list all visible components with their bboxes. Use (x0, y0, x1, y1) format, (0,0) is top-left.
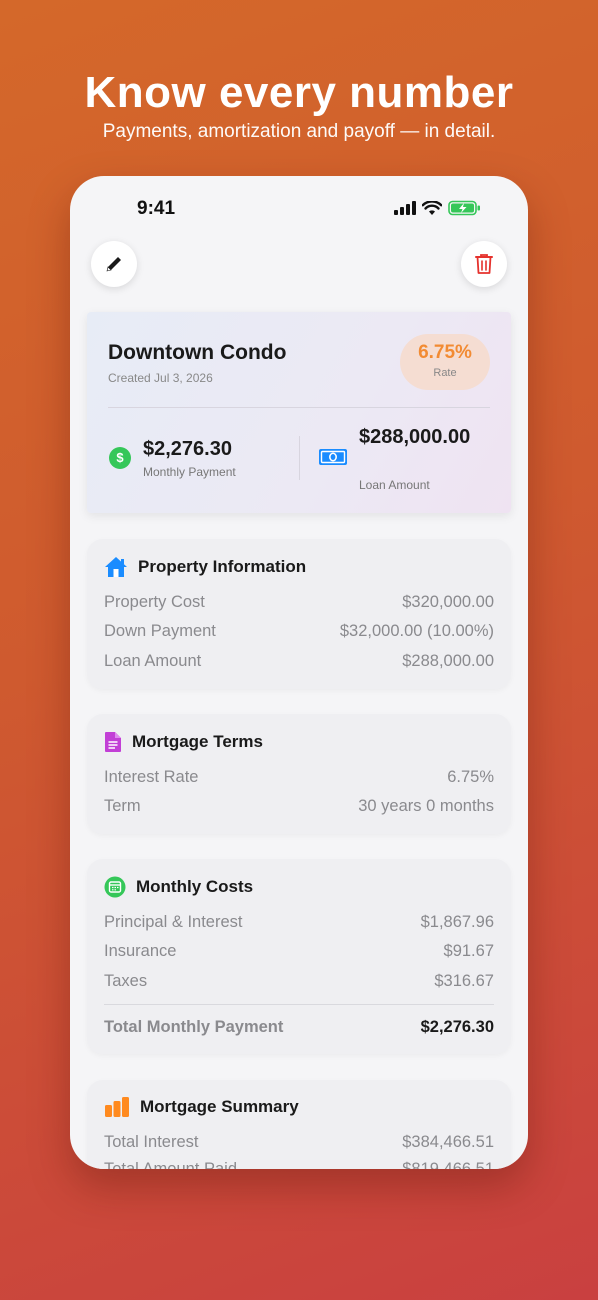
row-label: Total Interest (104, 1133, 199, 1151)
row-label: Property Cost (104, 593, 205, 611)
battery-charging-icon (448, 200, 480, 216)
row-label: Term (104, 797, 141, 815)
mortgage-summary-section: Mortgage Summary Total Interest $384,466.… (87, 1080, 511, 1169)
row-value: $288,000.00 (402, 652, 494, 670)
section-title: Mortgage Terms (132, 732, 263, 751)
monthly-costs-section: Monthly Costs Principal & Interest $1,867… (87, 859, 511, 1054)
monthly-payment-value: $2,276.30 (143, 438, 232, 460)
section-title: Monthly Costs (136, 877, 254, 896)
bar-chart-icon (105, 1097, 129, 1117)
section-title: Property Information (138, 557, 307, 576)
section-title: Mortgage Summary (140, 1097, 299, 1116)
row-label: Loan Amount (104, 652, 202, 670)
row-value: $91.67 (443, 942, 494, 960)
mortgage-name: Downtown Condo (108, 341, 287, 364)
rate-label: Rate (433, 367, 457, 379)
row-label: Taxes (104, 972, 148, 990)
dollar-circle-icon: $ (109, 447, 131, 469)
hero-subtitle: Payments, amortization and payoff — in d… (102, 121, 496, 142)
table-row: Down Payment $32,000.00 (10.00%) (104, 622, 494, 641)
delete-button[interactable] (461, 241, 507, 287)
property-information-section: Property Information Property Cost $320,0… (87, 539, 511, 689)
row-value: $384,466.51 (402, 1133, 494, 1151)
total-label: Total Monthly Payment (104, 1018, 284, 1036)
document-icon (105, 732, 121, 752)
row-label: Total Amount Paid (104, 1160, 237, 1169)
row-value: $819,466.51 (402, 1160, 494, 1169)
row-label: Insurance (104, 942, 177, 960)
status-icons (394, 200, 481, 216)
row-value: $1,867.96 (420, 913, 494, 931)
status-bar: 9:41 (70, 176, 528, 240)
table-row: Interest Rate 6.75% (104, 768, 494, 787)
phone-screen: 9:41 Downtown Condo Created Jul 3, 2026 … (70, 176, 528, 1169)
table-row: Term 30 years 0 months (104, 797, 494, 816)
total-value: $2,276.30 (420, 1018, 494, 1036)
trash-icon (475, 254, 493, 274)
mortgage-summary-card[interactable]: Downtown Condo Created Jul 3, 2026 6.75%… (87, 312, 511, 513)
divider (108, 407, 490, 408)
row-value: 6.75% (447, 768, 494, 786)
table-row: Insurance $91.67 (104, 942, 494, 961)
row-label: Interest Rate (104, 768, 199, 786)
pencil-icon (106, 257, 121, 272)
table-row: Loan Amount $288,000.00 (104, 652, 494, 671)
table-row: Total Interest $384,466.51 (104, 1133, 494, 1152)
house-icon (105, 557, 127, 577)
mortgage-terms-section: Mortgage Terms Interest Rate 6.75% Term 30… (87, 714, 511, 834)
edit-button[interactable] (91, 241, 137, 287)
row-value: 30 years 0 months (358, 797, 494, 815)
total-row: Total Monthly Payment $2,276.30 (104, 1018, 494, 1037)
table-row: Property Cost $320,000.00 (104, 593, 494, 612)
created-date: Created Jul 3, 2026 (108, 371, 213, 385)
row-label: Down Payment (104, 622, 216, 640)
loan-amount-label: Loan Amount (359, 478, 430, 492)
table-row: Principal & Interest $1,867.96 (104, 913, 494, 932)
status-time: 9:41 (137, 198, 176, 219)
table-row: Taxes $316.67 (104, 972, 494, 991)
vertical-divider (299, 436, 300, 480)
row-value: $32,000.00 (10.00%) (339, 622, 494, 640)
banknote-icon (319, 449, 347, 465)
wifi-icon (422, 200, 442, 215)
rate-value: 6.75% (418, 342, 472, 363)
hero-title: Know every number (84, 68, 514, 117)
monthly-payment-label: Monthly Payment (143, 465, 236, 479)
row-value: $316.67 (434, 972, 494, 990)
divider (104, 1004, 494, 1005)
loan-amount-value: $288,000.00 (359, 426, 471, 448)
row-value: $320,000.00 (402, 593, 494, 611)
row-label: Principal & Interest (104, 913, 243, 931)
cellular-signal-icon (394, 201, 416, 215)
calendar-icon (104, 876, 126, 898)
rate-badge: 6.75% Rate (400, 334, 490, 390)
table-row: Total Amount Paid $819,466.51 (104, 1160, 494, 1169)
